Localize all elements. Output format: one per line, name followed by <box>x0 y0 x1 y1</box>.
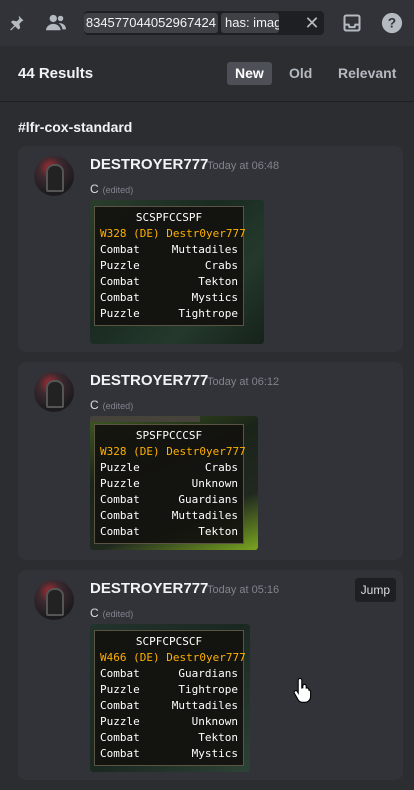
world-party-line: W466 (DE) Destr0yer777 <box>100 651 246 664</box>
raid-room-row: Puzzle Unknown <box>100 477 238 490</box>
message-content: C (edited) <box>90 398 133 412</box>
message-timestamp: Today at 05:16 <box>207 584 280 596</box>
raid-room-row: Combat Guardians <box>100 667 238 680</box>
channel-toolbar: 834577044052967424 has: image ✕ ? <box>0 0 414 46</box>
message-text: C <box>90 606 99 620</box>
world-party-line: W328 (DE) Destr0yer777 <box>100 445 246 458</box>
raid-scout-board: SPSFPCCCSF W328 (DE) Destr0yer777 Puzzle… <box>94 424 246 544</box>
jump-button[interactable]: Jump <box>354 578 396 602</box>
sort-old-tab[interactable]: Old <box>281 62 320 85</box>
message-content: C (edited) <box>90 182 133 196</box>
search-chip-id[interactable]: 834577044052967424 <box>84 13 218 33</box>
image-attachment[interactable]: SPSFPCCCSF W328 (DE) Destr0yer777 Puzzle… <box>90 416 258 550</box>
search-result-message[interactable]: DESTROYER777 Today at 06:12 C (edited) SP… <box>18 362 403 560</box>
search-results-header: 44 Results New Old Relevant <box>0 46 414 102</box>
raid-scout-board: SCPFCPCSCF W466 (DE) Destr0yer777 Combat… <box>94 630 246 766</box>
raid-room-row: Puzzle Tightrope <box>100 683 238 696</box>
inbox-icon[interactable] <box>340 11 364 35</box>
sort-new-tab[interactable]: New <box>227 62 272 85</box>
message-timestamp: Today at 06:12 <box>207 376 280 388</box>
raid-room-row: Combat Mystics <box>100 747 238 760</box>
edited-label: (edited) <box>102 609 134 619</box>
username[interactable]: DESTROYER777 <box>90 156 208 173</box>
avatar[interactable] <box>34 580 74 620</box>
avatar[interactable] <box>34 156 74 196</box>
svg-text:?: ? <box>388 16 396 31</box>
avatar[interactable] <box>34 372 74 412</box>
edited-label: (edited) <box>102 401 134 411</box>
raid-room-row: Puzzle Crabs <box>100 461 238 474</box>
pin-icon[interactable] <box>4 11 28 35</box>
raid-layout-code: SCPFCPCSCF <box>135 635 203 648</box>
search-input[interactable]: 834577044052967424 has: image ✕ <box>84 11 324 35</box>
raid-scout-board: SCSPFCCSPF W328 (DE) Destr0yer777 Combat… <box>94 206 246 326</box>
raid-room-row: Puzzle Crabs <box>100 259 238 272</box>
image-attachment[interactable]: SCSPFCCSPF W328 (DE) Destr0yer777 Combat… <box>90 200 264 344</box>
hand-cursor-icon <box>293 677 312 703</box>
raid-room-row: Puzzle Tightrope <box>100 307 238 320</box>
username[interactable]: DESTROYER777 <box>90 372 208 389</box>
raid-room-row: Combat Muttadiles <box>100 699 238 712</box>
search-chip-has[interactable]: has: image <box>221 13 279 33</box>
raid-layout-code: SCSPFCCSPF <box>135 211 203 224</box>
members-icon[interactable] <box>44 11 68 35</box>
channel-name[interactable]: #lfr-cox-standard <box>18 119 132 135</box>
search-result-message[interactable]: DESTROYER777 Today at 06:48 C (edited) SC… <box>18 146 403 352</box>
clear-search-icon[interactable]: ✕ <box>302 13 322 33</box>
raid-room-row: Combat Guardians <box>100 493 238 506</box>
raid-room-row: Combat Muttadiles <box>100 509 238 522</box>
raid-room-row: Puzzle Unknown <box>100 715 238 728</box>
raid-room-row: Combat Mystics <box>100 291 238 304</box>
help-icon[interactable]: ? <box>380 11 404 35</box>
sort-relevant-tab[interactable]: Relevant <box>330 62 404 85</box>
message-text: C <box>90 182 99 196</box>
image-top-strip <box>90 416 200 422</box>
edited-label: (edited) <box>102 185 134 195</box>
message-content: C (edited) <box>90 606 133 620</box>
raid-room-row: Combat Tekton <box>100 731 238 744</box>
results-count: 44 Results <box>18 65 94 82</box>
message-timestamp: Today at 06:48 <box>207 160 280 172</box>
username[interactable]: DESTROYER777 <box>90 580 208 597</box>
message-text: C <box>90 398 99 412</box>
search-result-message[interactable]: DESTROYER777 Today at 05:16 Jump C (edite… <box>18 570 403 780</box>
raid-layout-code: SPSFPCCCSF <box>135 429 203 442</box>
raid-room-row: Combat Muttadiles <box>100 243 238 256</box>
world-party-line: W328 (DE) Destr0yer777 <box>100 227 246 240</box>
raid-room-row: Combat Tekton <box>100 525 238 538</box>
raid-room-row: Combat Tekton <box>100 275 238 288</box>
image-attachment[interactable]: SCPFCPCSCF W466 (DE) Destr0yer777 Combat… <box>90 624 250 772</box>
